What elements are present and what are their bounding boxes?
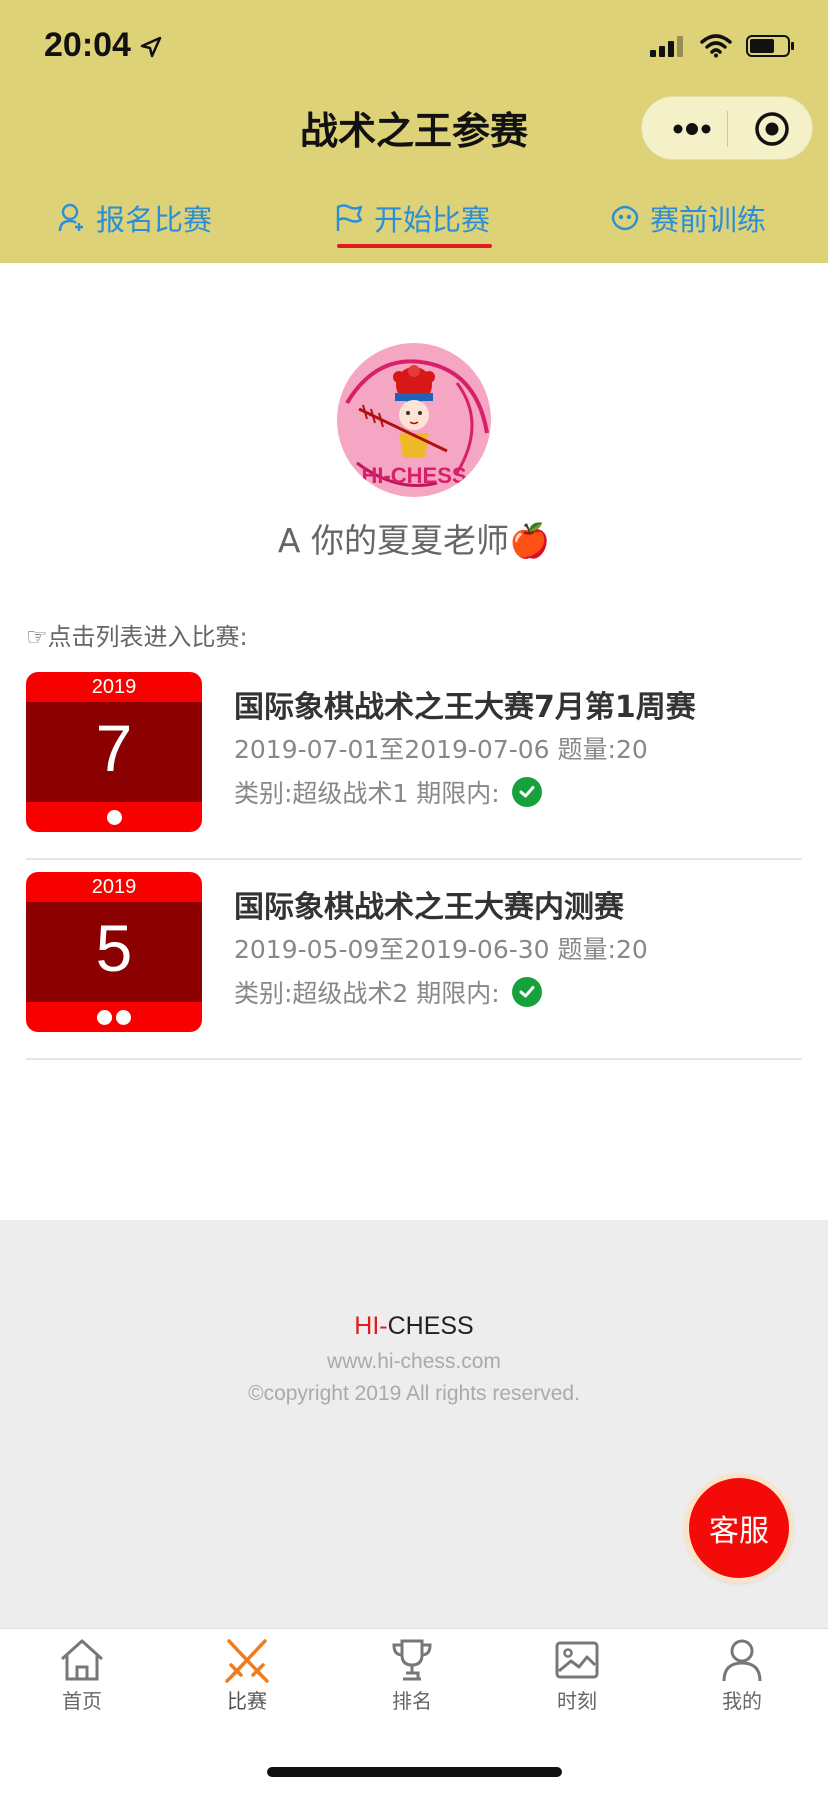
check-icon [511, 977, 542, 1007]
top-tabs: 报名比赛 开始比赛 赛前训练 [0, 188, 828, 248]
tab-register[interactable]: 报名比赛 [58, 188, 212, 248]
more-options-button[interactable] [666, 115, 726, 143]
match-dates: 2019-07-01至2019-07-06 题量:20 [234, 735, 648, 764]
tab-start-match-label: 开始比赛 [374, 203, 491, 237]
tabbar-item-home[interactable]: 首页 [22, 1637, 142, 1737]
footer-website: www.hi-chess.com [327, 1350, 501, 1373]
location-arrow-icon [140, 36, 162, 58]
match-title: 国际象棋战术之王大赛7月第1周赛 [234, 690, 696, 725]
home-indicator [267, 1767, 562, 1777]
signal-icon [650, 36, 683, 57]
profile-icon [722, 1639, 762, 1682]
calendar-badge: 2019 7 [26, 672, 202, 832]
calendar-month: 7 [95, 711, 133, 785]
flag-icon [336, 204, 363, 231]
calendar-month: 5 [95, 911, 133, 985]
tabbar-label: 比赛 [227, 1689, 267, 1713]
check-icon [511, 777, 542, 807]
calendar-year: 2019 [91, 876, 137, 898]
calendar-dots [26, 1010, 202, 1026]
list-hint: ☞点击列表进入比赛: [26, 623, 248, 651]
tab-training[interactable]: 赛前训练 [610, 188, 766, 248]
swords-icon [225, 1639, 269, 1683]
customer-service-button[interactable]: 客服 [689, 1478, 789, 1578]
avatar: HI-CHESS [337, 343, 491, 497]
tabbar-label: 排名 [392, 1689, 432, 1713]
photo-icon [555, 1641, 599, 1679]
train-icon [611, 205, 639, 231]
avatar-image: HI-CHESS [337, 343, 491, 497]
match-category-text: 类别:超级战术2 期限内: [234, 979, 500, 1008]
footer-brand: HI-CHESS [0, 1312, 828, 1341]
profile-name: A 你的夏夏老师🍎 [277, 521, 551, 560]
trophy-icon [392, 1639, 432, 1681]
match-list-item[interactable]: 2019 5 国际象棋战术之王大赛内测赛 2019-05-09至2019-06-… [26, 860, 802, 1060]
miniprogram-capsule [641, 96, 813, 160]
footer: HI-CHESS www.hi-chess.com ©copyright 201… [0, 1220, 828, 1628]
match-title: 国际象棋战术之王大赛内测赛 [234, 890, 624, 925]
avatar-brand-text: HI-CHESS [361, 463, 466, 488]
brand-chess: CHESS [387, 1312, 474, 1340]
tabbar-label: 时刻 [557, 1689, 597, 1713]
tabbar-label: 首页 [62, 1689, 102, 1713]
status-time: 20:04 [44, 26, 131, 64]
match-list-item[interactable]: 2019 7 国际象棋战术之王大赛7月第1周赛 2019-07-01至2019-… [26, 660, 802, 860]
brand-hi: HI- [354, 1312, 388, 1340]
match-category: 类别:超级战术2 期限内: [234, 974, 542, 1010]
calendar-badge: 2019 5 [26, 872, 202, 1032]
footer-copyright: ©copyright 2019 All rights reserved. [248, 1382, 580, 1405]
tab-training-label: 赛前训练 [650, 203, 767, 237]
battery-icon [746, 35, 794, 57]
status-indicators [650, 34, 796, 58]
tabbar-label: 我的 [722, 1689, 762, 1713]
wifi-icon [700, 34, 732, 58]
tabbar-item-ranking[interactable]: 排名 [352, 1637, 472, 1737]
active-tab-indicator [337, 244, 492, 248]
tabbar-item-mine[interactable]: 我的 [682, 1637, 802, 1737]
match-category-text: 类别:超级战术1 期限内: [234, 779, 500, 808]
calendar-year: 2019 [91, 676, 137, 698]
tabbar-item-match[interactable]: 比赛 [187, 1637, 307, 1737]
match-dates: 2019-05-09至2019-06-30 题量:20 [234, 935, 648, 964]
tabbar-item-moments[interactable]: 时刻 [517, 1637, 637, 1737]
tab-start-match[interactable]: 开始比赛 [334, 188, 490, 248]
match-category: 类别:超级战术1 期限内: [234, 774, 542, 810]
capsule-divider [727, 111, 728, 147]
user-add-icon [58, 203, 83, 232]
calendar-dots [26, 810, 202, 826]
close-miniprogram-button[interactable] [754, 111, 790, 147]
home-icon [60, 1639, 104, 1681]
tab-register-label: 报名比赛 [96, 203, 213, 237]
header: 20:04 战术之王参赛 报名比赛 开始比赛 赛前训练 [0, 0, 828, 263]
